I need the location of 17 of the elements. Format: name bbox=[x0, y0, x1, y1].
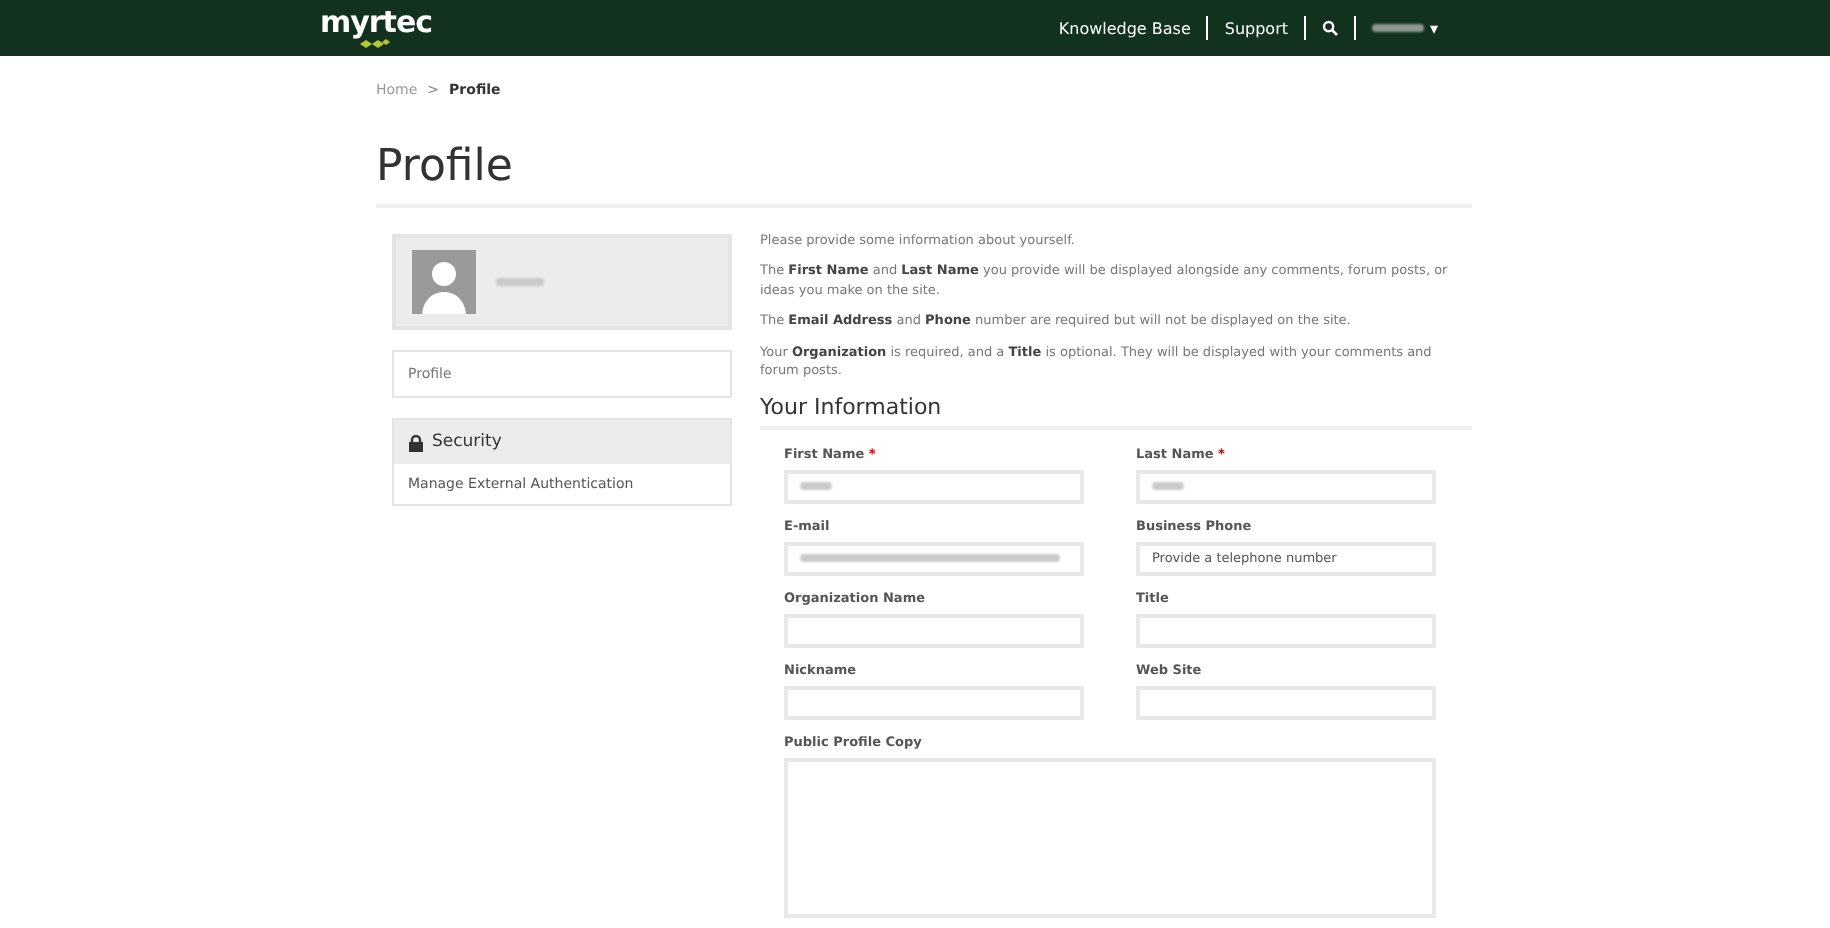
logo-text[interactable]: myrtec bbox=[320, 7, 433, 37]
search-icon[interactable] bbox=[1322, 20, 1338, 36]
redacted-name bbox=[496, 278, 544, 286]
redacted-value bbox=[800, 482, 832, 491]
input-field[interactable] bbox=[1136, 469, 1436, 504]
input-field[interactable] bbox=[784, 541, 1084, 576]
section-title: Your Information bbox=[760, 393, 1472, 430]
avatar-silhouette-icon bbox=[412, 250, 476, 314]
nav-link[interactable]: Knowledge Base bbox=[1058, 19, 1191, 37]
input-field[interactable] bbox=[784, 469, 1084, 504]
nav-link[interactable]: Support bbox=[1224, 19, 1288, 37]
redacted-value bbox=[1152, 482, 1184, 491]
logo-mark-icon bbox=[358, 37, 395, 49]
security-title: Security bbox=[432, 432, 502, 452]
user-menu[interactable]: ▾ bbox=[1372, 19, 1438, 37]
page-title: Profile bbox=[376, 142, 515, 192]
lock-icon bbox=[408, 433, 424, 451]
